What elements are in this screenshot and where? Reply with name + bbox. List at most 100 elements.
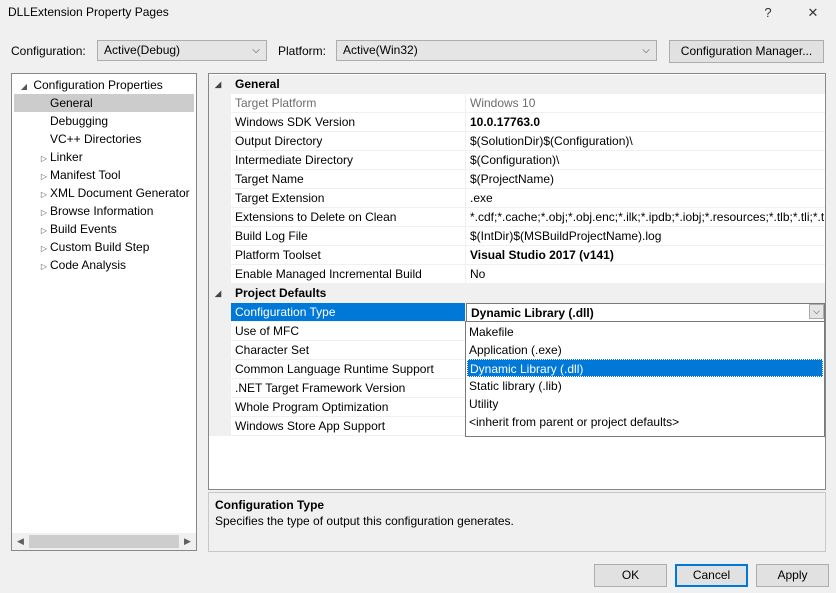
property-name: Windows SDK Version [231,113,466,132]
property-value[interactable]: *.cdf;*.cache;*.obj;*.obj.enc;*.ilk;*.ip… [466,208,825,227]
property-name: Extensions to Delete on Clean [231,208,466,227]
property-row[interactable]: Windows SDK Version 10.0.17763.0 [209,113,825,132]
chevron-down-icon[interactable]: ⌵ [809,304,824,319]
configuration-select[interactable]: Active(Debug) ⌵ [97,40,267,61]
tree-item-label: Debugging [50,114,109,128]
row-gutter [209,132,231,151]
property-name: Character Set [231,341,466,360]
tree-item-manifest-tool[interactable]: ▷ Manifest Tool [38,166,121,184]
tree-item-custom-build-step[interactable]: ▷ Custom Build Step [38,238,149,256]
scroll-left-icon[interactable]: ◀ [12,533,29,550]
property-row[interactable]: Output Directory $(SolutionDir)$(Configur… [209,132,825,151]
row-gutter [209,246,231,265]
row-gutter [209,208,231,227]
expand-triangle-icon[interactable]: ▷ [38,258,50,276]
row-gutter [209,303,231,322]
tree-item-build-events[interactable]: ▷ Build Events [38,220,117,238]
scroll-right-icon[interactable]: ▶ [179,533,196,550]
property-value[interactable]: $(SolutionDir)$(Configuration)\ [466,132,825,151]
dropdown-option[interactable]: Application (.exe) [467,341,823,359]
tree-item-linker[interactable]: ▷ Linker [38,148,83,166]
property-value[interactable]: $(ProjectName) [466,170,825,189]
row-gutter [209,113,231,132]
property-value[interactable]: 10.0.17763.0 [466,113,825,132]
category-label: Project Defaults [235,286,327,300]
property-name: Target Name [231,170,466,189]
tree-item-xml-document-generator[interactable]: ▷ XML Document Generator [38,184,190,202]
property-name: Common Language Runtime Support [231,360,466,379]
dropdown-option[interactable]: Utility [467,395,823,413]
property-value[interactable]: Visual Studio 2017 (v141) [466,246,825,265]
row-gutter [209,379,231,398]
tree-horizontal-scrollbar[interactable]: ◀ ▶ [12,533,196,550]
property-name: .NET Target Framework Version [231,379,466,398]
row-gutter [209,341,231,360]
category-project-defaults[interactable]: ◢ Project Defaults [209,284,825,303]
row-gutter [209,227,231,246]
row-gutter [209,170,231,189]
tree-item-label: Custom Build Step [50,240,150,254]
tree-item-code-analysis[interactable]: ▷ Code Analysis [38,256,126,274]
tree-item-label: VC++ Directories [50,132,142,146]
property-value[interactable]: Windows 10 [466,94,825,113]
tree-item-label: Build Events [50,222,117,236]
property-value[interactable]: $(Configuration)\ [466,151,825,170]
property-tree[interactable]: ◢ Configuration Properties General Debugg… [11,73,197,551]
row-gutter [209,94,231,113]
description-panel: Configuration Type Specifies the type of… [208,492,826,552]
tree-item-label: Manifest Tool [50,168,121,182]
property-name: Target Platform [231,94,466,113]
configuration-label: Configuration: [11,44,86,58]
dropdown-option[interactable]: Makefile [467,323,823,341]
property-row[interactable]: Target Name $(ProjectName) [209,170,825,189]
property-row[interactable]: Target Extension .exe [209,189,825,208]
property-row[interactable]: Target Platform Windows 10 [209,94,825,113]
row-gutter [209,189,231,208]
help-button[interactable]: ? [753,2,783,24]
property-row[interactable]: Configuration Type Dynamic Library (.dll)… [209,303,825,322]
dropdown-option[interactable]: Dynamic Library (.dll) [467,359,823,377]
property-name: Target Extension [231,189,466,208]
property-name: Windows Store App Support [231,417,466,436]
property-value[interactable]: Dynamic Library (.dll) [466,303,825,322]
chevron-down-icon: ⌵ [642,45,650,56]
collapse-triangle-icon[interactable]: ◢ [215,75,221,94]
property-value[interactable]: $(IntDir)$(MSBuildProjectName).log [466,227,825,246]
dropdown-option[interactable]: Static library (.lib) [467,377,823,395]
platform-select[interactable]: Active(Win32) ⌵ [336,40,657,61]
tree-item-vc-directories[interactable]: VC++ Directories [38,130,141,148]
configuration-type-dropdown-list[interactable]: Makefile Application (.exe) Dynamic Librar… [465,321,825,437]
property-row[interactable]: Extensions to Delete on Clean *.cdf;*.cac… [209,208,825,227]
description-title: Configuration Type [215,498,325,512]
property-name: Use of MFC [231,322,466,341]
apply-button[interactable]: Apply [756,564,829,587]
tree-item-debugging[interactable]: Debugging [38,112,108,130]
category-label: General [235,77,280,91]
category-general[interactable]: ◢ General [209,75,825,94]
platform-label: Platform: [278,44,327,58]
close-button[interactable]: ✕ [798,2,828,24]
ok-button[interactable]: OK [594,564,667,587]
property-row[interactable]: Intermediate Directory $(Configuration)\ [209,151,825,170]
collapse-triangle-icon[interactable]: ◢ [215,284,221,303]
property-row[interactable]: Platform Toolset Visual Studio 2017 (v141… [209,246,825,265]
tree-item-label: Browse Information [50,204,154,218]
property-value[interactable]: No [466,265,825,284]
row-gutter [209,151,231,170]
platform-value: Active(Win32) [343,43,418,57]
property-name: Platform Toolset [231,246,466,265]
property-value[interactable]: .exe [466,189,825,208]
dropdown-option[interactable]: <inherit from parent or project defaults… [467,413,823,431]
property-name: Build Log File [231,227,466,246]
row-gutter [209,417,231,436]
property-row[interactable]: Enable Managed Incremental Build No [209,265,825,284]
tree-item-general[interactable]: General [14,94,194,112]
property-name: Enable Managed Incremental Build [231,265,466,284]
scroll-thumb[interactable] [29,535,179,548]
tree-item-browse-information[interactable]: ▷ Browse Information [38,202,153,220]
property-row[interactable]: Build Log File $(IntDir)$(MSBuildProjectN… [209,227,825,246]
tree-root-configuration-properties[interactable]: ◢ Configuration Properties [18,76,163,94]
configuration-manager-button[interactable]: Configuration Manager... [669,40,824,63]
configuration-value: Active(Debug) [104,43,181,57]
cancel-button[interactable]: Cancel [675,564,748,587]
